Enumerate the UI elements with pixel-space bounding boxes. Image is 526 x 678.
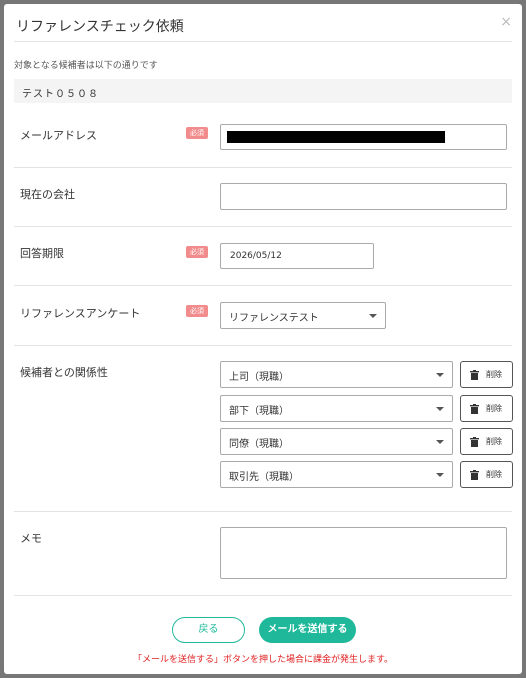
chevron-down-icon [436,373,444,377]
back-button[interactable]: 戻る [172,617,245,643]
divider [14,595,512,596]
send-email-button[interactable]: メールを送信する [259,617,356,643]
required-badge: 必須 [186,127,208,139]
chevron-down-icon [436,407,444,411]
email-field[interactable] [220,124,507,150]
relation-value: 同僚（現職） [229,439,289,450]
divider [14,511,512,512]
delete-button[interactable]: 削除 [460,361,513,388]
divider [14,285,512,286]
divider [14,167,512,168]
chevron-down-icon [436,440,444,444]
delete-button[interactable]: 削除 [460,395,513,422]
relations-label: 候補者との関係性 [20,366,108,379]
deadline-field[interactable]: 2026/05/12 [220,243,374,269]
relation-select[interactable]: 取引先（現職） [220,461,453,488]
chevron-down-icon [369,314,377,318]
candidate-name: テスト０５０８ [22,89,99,100]
survey-value: リファレンステスト [229,313,319,324]
trash-icon [470,437,479,447]
delete-button[interactable]: 削除 [460,428,513,455]
email-label: メールアドレス [20,129,97,142]
billing-notice: 「メールを送信する」ボタンを押した場合に課金が発生します。 [132,655,394,665]
chevron-down-icon [436,473,444,477]
relation-value: 取引先（現職） [229,472,299,483]
divider [14,41,512,42]
reference-check-modal: リファレンスチェック依頼 × 対象となる候補者は以下の通りです テスト０５０８ … [4,4,522,674]
candidate-intro: 対象となる候補者は以下の通りです [14,61,158,71]
delete-label: 削除 [486,404,502,413]
required-badge: 必須 [186,246,208,258]
trash-icon [470,404,479,414]
memo-textarea[interactable] [220,527,507,579]
relation-value: 上司（現職） [229,372,289,383]
company-label: 現在の会社 [20,188,75,201]
relation-value: 部下（現職） [229,406,289,417]
candidate-box: テスト０５０８ [14,79,512,103]
deadline-label: 回答期限 [20,247,64,260]
deadline-value: 2026/05/12 [230,251,282,261]
divider [14,226,512,227]
required-badge: 必須 [186,305,208,317]
relation-select[interactable]: 同僚（現職） [220,428,453,455]
trash-icon [470,470,479,480]
divider [14,345,512,346]
survey-select[interactable]: リファレンステスト [220,302,386,329]
memo-label: メモ [20,532,42,545]
trash-icon [470,370,479,380]
company-field[interactable] [220,183,507,210]
relation-select[interactable]: 部下（現職） [220,395,453,422]
relation-select[interactable]: 上司（現職） [220,361,453,388]
survey-label: リファレンスアンケート [20,307,141,320]
masked-value [227,131,445,143]
modal-title: リファレンスチェック依頼 [16,19,184,35]
delete-label: 削除 [486,370,502,379]
close-icon[interactable]: × [500,14,512,30]
delete-button[interactable]: 削除 [460,461,513,488]
delete-label: 削除 [486,470,502,479]
delete-label: 削除 [486,437,502,446]
